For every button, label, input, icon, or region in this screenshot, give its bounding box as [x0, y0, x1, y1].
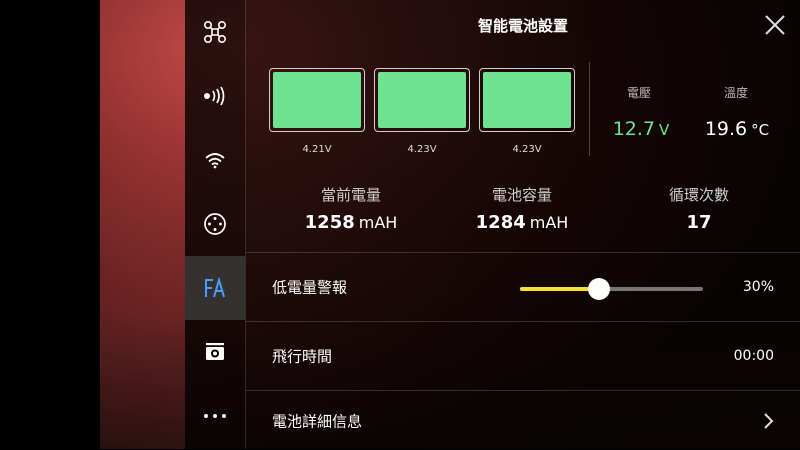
signal-icon — [204, 86, 225, 106]
sidebar-item-transmission[interactable] — [185, 64, 245, 128]
page-title: 智能電池設置 — [477, 17, 568, 35]
capacity-label: 電池容量 — [491, 186, 552, 204]
temperature-value: 19.6 °C — [704, 118, 770, 140]
sidebar-item-wifi[interactable] — [185, 128, 245, 192]
slider-fill — [520, 287, 599, 291]
cycles-label: 循環次數 — [668, 186, 729, 204]
battery-settings-icon — [205, 277, 225, 298]
voltage-label: 電壓 — [626, 86, 651, 100]
battery-details-label: 電池詳細信息 — [272, 412, 363, 430]
sidebar-item-camera[interactable] — [185, 320, 245, 384]
low-battery-warning-value: 30% — [742, 279, 774, 295]
drone-icon — [203, 20, 227, 44]
cell-voltage: 4.21V — [302, 144, 332, 155]
cell-voltage: 4.23V — [512, 144, 542, 155]
cell-voltage: 4.23V — [407, 144, 437, 155]
sidebar-item-aircraft[interactable] — [185, 0, 245, 64]
close-button[interactable] — [762, 12, 788, 38]
capacity-value: 1284 mAH — [475, 212, 569, 233]
flight-time-value: 00:00 — [733, 348, 774, 364]
close-icon — [765, 15, 785, 35]
sidebar-item-more[interactable] — [185, 384, 245, 448]
divider — [589, 62, 590, 156]
left-black-area — [0, 0, 100, 449]
battery-cell-3 — [479, 68, 575, 132]
battery-settings-panel: 智能電池設置 4.21V 4.23V 4.23V 電壓 溫度 12.7 V 19.… — [246, 0, 800, 449]
low-battery-slider[interactable] — [520, 278, 703, 300]
battery-cell-1 — [269, 68, 365, 132]
sidebar-item-battery[interactable] — [185, 256, 245, 320]
low-battery-warning-label: 低電量警報 — [272, 278, 348, 297]
current-charge-label: 當前電量 — [320, 186, 381, 204]
settings-sidebar — [185, 0, 246, 449]
voltage-value: 12.7 V — [612, 118, 670, 140]
sidebar-item-control[interactable] — [185, 192, 245, 256]
current-charge-value: 1258 mAH — [304, 212, 398, 233]
chevron-right-icon — [764, 412, 774, 429]
wifi-icon — [205, 153, 225, 169]
cell-level — [378, 72, 466, 128]
flight-time-row[interactable]: 飛行時間 00:00 — [246, 321, 800, 390]
battery-cell-2 — [374, 68, 470, 132]
cycles-value: 17 — [686, 212, 712, 233]
cell-level — [483, 72, 571, 128]
slider-thumb[interactable] — [587, 278, 610, 300]
battery-details-row[interactable]: 電池詳細信息 — [246, 390, 800, 450]
camera-icon — [206, 343, 224, 360]
cell-level — [273, 72, 361, 128]
flight-time-label: 飛行時間 — [272, 347, 333, 366]
control-icon — [204, 213, 226, 235]
temperature-label: 溫度 — [723, 86, 748, 100]
more-icon — [204, 414, 226, 418]
